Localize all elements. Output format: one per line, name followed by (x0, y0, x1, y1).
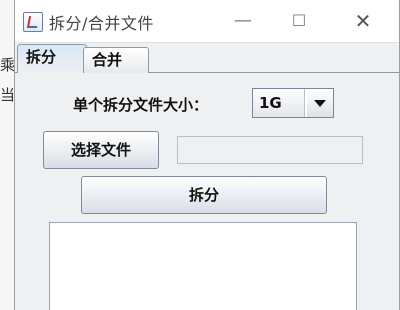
chevron-down-icon[interactable] (307, 89, 333, 117)
maximize-button[interactable]: ☐ (285, 8, 313, 34)
window-title: 拆分/合并文件 (49, 14, 154, 33)
tab-bar: 拆分 合并 (15, 44, 399, 73)
split-size-value[interactable]: 1G (253, 89, 305, 117)
split-size-label: 单个拆分文件大小： (73, 96, 209, 114)
file-path-field[interactable] (177, 136, 363, 164)
close-button[interactable]: ✕ (349, 8, 377, 34)
title-bar[interactable]: 拆分/合并文件 — ☐ ✕ (15, 0, 399, 43)
choose-file-button[interactable]: 选择文件 (43, 131, 159, 169)
tab-split[interactable]: 拆分 (17, 44, 87, 73)
split-merge-window: 拆分/合并文件 — ☐ ✕ 拆分 合并 单个拆分文件大小： 1G 选择文件 拆分 (14, 0, 400, 310)
background-window-edge: 乘 当 (0, 0, 15, 310)
split-button[interactable]: 拆分 (81, 176, 327, 214)
tab-merge[interactable]: 合并 (83, 47, 149, 73)
background-text-fragment: 乘 (0, 56, 16, 74)
background-text-fragment: 当 (0, 86, 16, 104)
log-text-area[interactable] (49, 222, 357, 310)
java-app-icon (23, 12, 43, 32)
split-size-select[interactable]: 1G (252, 88, 334, 118)
minimize-button[interactable]: — (229, 8, 257, 34)
